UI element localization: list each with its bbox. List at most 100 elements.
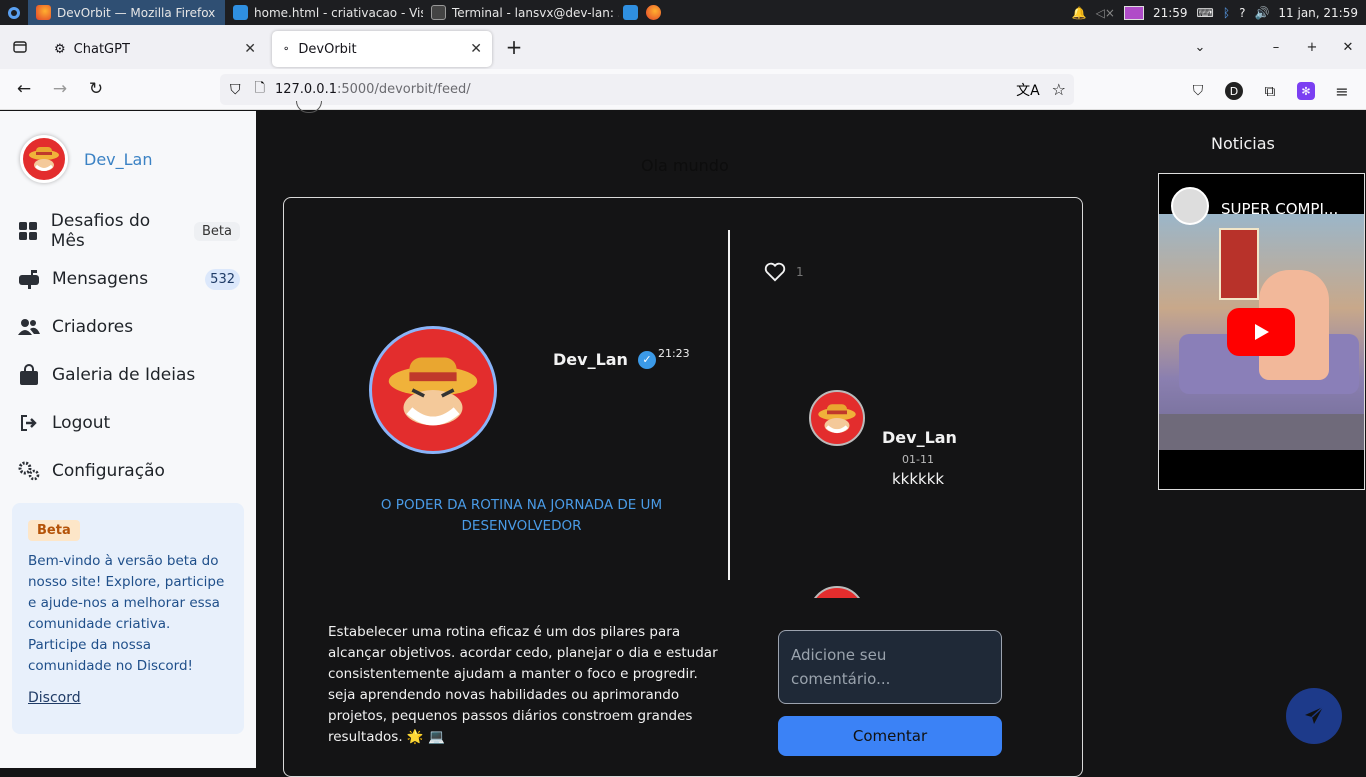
sidebar-username[interactable]: Dev_Lan [84,150,153,169]
clock-date[interactable]: 11 jan, 21:59 [1278,6,1358,20]
verified-badge-icon: ✓ [637,350,656,369]
monitor-icon[interactable] [1123,5,1144,20]
comments-list[interactable]: Dev_Lan 01-11 kkkkkk [754,373,1054,598]
sidebar-item-configuracao[interactable]: Configuração [18,447,240,495]
sidebar-item-label: Desafios do Mês [50,211,151,251]
sidebar-item-galeria[interactable]: Galeria de Ideias [18,351,240,399]
video-channel-avatar[interactable] [1171,187,1209,225]
pocket-button[interactable]: ⛉ [1184,75,1212,107]
sidebar-item-logout[interactable]: Logout [18,399,240,447]
taskbar-task-vscode[interactable]: home.html - criativacao - Vis... [225,0,423,25]
post-author-avatar[interactable] [369,326,497,454]
help-icon[interactable]: ? [1239,6,1245,20]
strawhat-avatar-icon [388,357,478,426]
heart-icon[interactable] [764,262,786,282]
taskbar-task-firefox[interactable]: DevOrbit — Mozilla Firefox [28,0,225,25]
forward-button[interactable]: → [42,73,78,105]
translate-icon[interactable]: 文A [1016,80,1040,100]
extensions-button[interactable]: ⧉ [1256,75,1284,107]
bluetooth-icon[interactable]: ᛒ [1223,6,1230,20]
send-message-fab[interactable] [1286,688,1342,744]
thumbnail-door [1219,228,1259,300]
discord-link[interactable]: Discord [28,690,228,706]
url-path: :5000/devorbit/feed/ [336,82,471,97]
main-feed: Ola mundo Dev_Lan ✓ 21:23 O PODER DA ROT… [256,101,1366,777]
keyboard-icon[interactable]: ⌨ [1197,6,1214,20]
video-title[interactable]: SUPER COMPI... [1221,200,1338,218]
close-tab-icon[interactable]: ✕ [470,41,482,57]
mailbox-icon [18,268,40,290]
os-taskbar: DevOrbit — Mozilla Firefox home.html - c… [0,0,1366,25]
extension-snowflake-button[interactable]: ✻ [1292,75,1320,107]
comment-input[interactable] [778,630,1002,704]
comment-author-avatar[interactable] [809,586,865,598]
news-video-embed[interactable]: SUPER COMPI... [1158,173,1365,490]
reload-button[interactable]: ↻ [78,73,114,105]
sidebar-item-desafios[interactable]: Desafios do Mês Beta [18,207,240,255]
bookmark-star-icon[interactable]: ☆ [1052,80,1066,99]
browser-nav-bar: ← → ↻ ⛉ 🗋 127.0.0.1:5000/devorbit/feed/ … [0,69,1366,110]
beta-tag: Beta [28,520,80,541]
app-launcher-icon [8,6,20,19]
post-heading: O PODER DA ROTINA NA JORNADA DE UM DESEN… [380,497,663,534]
avatar[interactable] [20,135,68,183]
account-button[interactable]: D [1220,75,1248,107]
page-info-icon[interactable]: 🗋 [255,79,265,101]
like-count: 1 [796,265,804,279]
browser-tab-bar: ⚙ ChatGPT ✕ ⚬ DevOrbit ✕ + ⌄ – + ✕ [0,25,1366,69]
sidebar-item-mensagens[interactable]: Mensagens 532 [18,255,240,303]
beta-welcome-text: Bem-vindo à versão beta do nosso site! E… [28,553,225,674]
new-tab-button[interactable]: + [496,31,532,63]
snowflake-icon: ✻ [1297,82,1315,100]
volume-icon[interactable]: 🔊 [1254,6,1269,20]
thumbnail-floor [1159,414,1364,450]
account-avatar: D [1225,82,1243,100]
grid-icon [18,220,39,242]
post-card: Dev_Lan ✓ 21:23 O PODER DA ROTINA NA JOR… [283,197,1083,777]
sidebar-item-label: Criadores [52,317,134,337]
tab-devorbit[interactable]: ⚬ DevOrbit ✕ [272,31,492,67]
clock-short[interactable]: 21:59 [1153,6,1188,20]
comment-author-avatar[interactable] [809,390,865,446]
notification-bell-icon[interactable]: 🔔 [1072,6,1087,20]
video-play-button[interactable] [1227,308,1295,356]
sidebar-item-criadores[interactable]: Criadores [18,303,240,351]
tab-chatgpt[interactable]: ⚙ ChatGPT ✕ [44,31,266,67]
feed-title: Ola mundo [641,156,729,175]
sidebar-menu: Desafios do Mês Beta Mensagens 532 Criad… [18,207,240,495]
like-section: 1 [764,262,804,282]
volume-muted-icon[interactable]: ◁× [1096,6,1115,20]
comment-button[interactable]: Comentar [778,716,1002,756]
maximize-window-button[interactable]: + [1294,31,1330,63]
app-menu-button[interactable]: ≡ [1328,75,1356,107]
taskbar-launcher-firefox[interactable] [642,0,665,25]
sidebar-item-label: Mensagens [52,269,149,289]
beta-badge: Beta [194,221,240,241]
logout-icon [18,412,40,434]
gears-icon [18,460,40,482]
start-menu-button[interactable] [0,0,28,25]
minimize-window-button[interactable]: – [1258,31,1294,63]
message-count-badge: 532 [205,268,240,290]
strawhat-avatar-icon [818,404,856,433]
sidebar: Dev_Lan Desafios do Mês Beta Mensagens 5… [0,111,256,768]
firefox-view-button[interactable] [0,31,40,63]
list-tabs-button[interactable]: ⌄ [1182,31,1218,63]
url-host: 127.0.0.1 [274,82,337,97]
vscode-icon [233,5,248,20]
taskbar-launcher-vscode[interactable] [619,0,642,25]
sidebar-profile[interactable]: Dev_Lan [20,135,153,183]
url-bar[interactable]: ⛉ 🗋 127.0.0.1:5000/devorbit/feed/ 文A ☆ [220,74,1074,105]
vscode-icon [623,5,638,20]
close-window-button[interactable]: ✕ [1330,31,1366,63]
back-button[interactable]: ← [6,73,42,105]
sidebar-item-label: Galeria de Ideias [52,365,196,385]
news-title: Noticias [1211,134,1275,153]
close-tab-icon[interactable]: ✕ [244,41,256,57]
tracking-shield-icon[interactable]: ⛉ [230,82,241,98]
taskbar-task-terminal[interactable]: Terminal - lansvx@dev-lan: ... [423,0,619,25]
comment-text: kkkkkk [892,470,945,488]
post-author-name[interactable]: Dev_Lan [553,350,628,369]
comment-date: 01-11 [902,453,934,466]
strawhat-avatar-icon [29,147,59,171]
